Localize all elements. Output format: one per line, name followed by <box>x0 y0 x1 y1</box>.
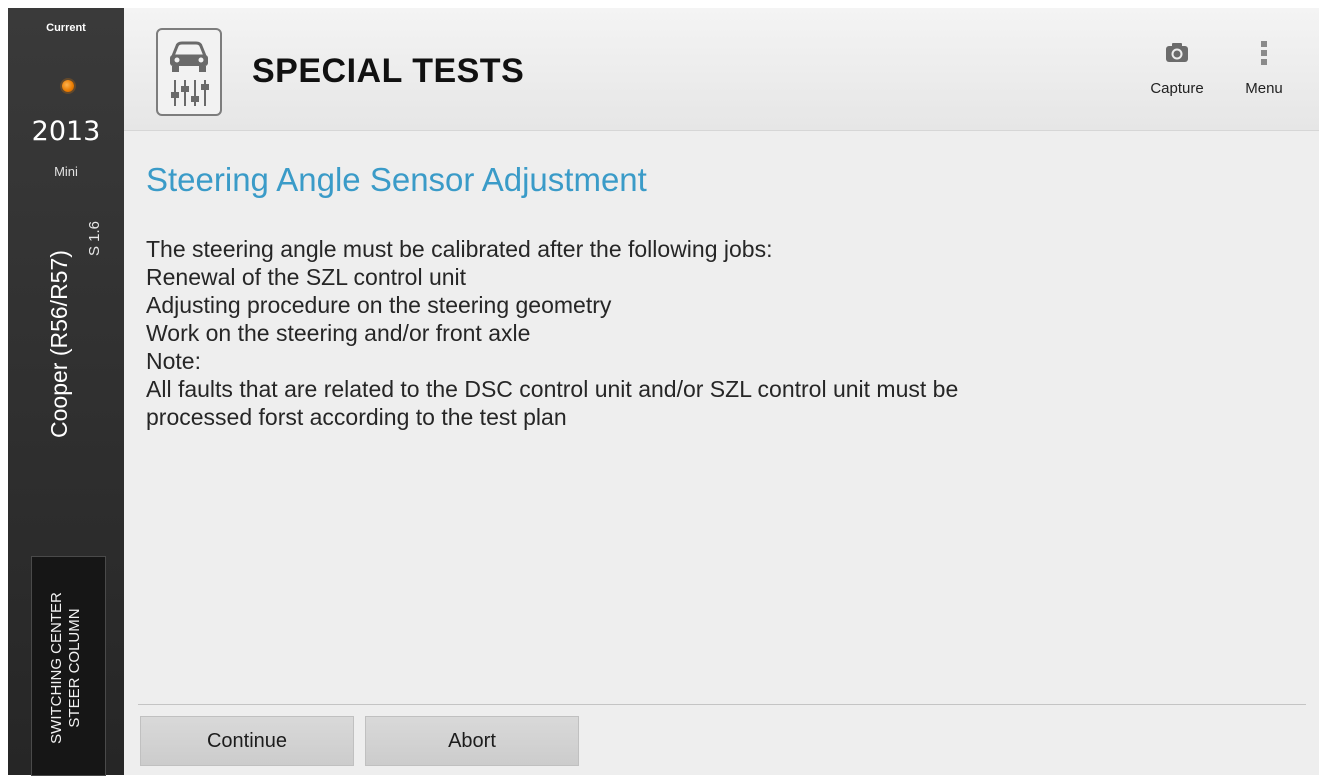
car-adjustment-icon-graphic <box>170 41 209 106</box>
capture-button[interactable]: Capture <box>1142 38 1212 102</box>
description-line: Work on the steering and/or front axle <box>146 320 531 346</box>
description-line: Renewal of the SZL control unit <box>146 264 467 290</box>
module-label-line-1: SWITCHING CENTER <box>48 592 65 744</box>
vehicle-engine: S 1.6 <box>86 220 103 256</box>
module-selector[interactable]: SWITCHING CENTER STEER COLUMN <box>31 556 106 776</box>
module-label: SWITCHING CENTER STEER COLUMN <box>48 573 84 763</box>
vehicle-year: 2013 <box>31 116 101 147</box>
menu-label: Menu <box>1245 80 1283 97</box>
vehicle-model: Cooper (R56/R57) <box>46 250 72 438</box>
continue-button[interactable]: Continue <box>140 716 354 766</box>
vehicle-sidebar: Current 2013 Mini Cooper (R56/R57) S 1.6… <box>8 8 124 776</box>
module-label-line-2: STEER COLUMN <box>66 608 83 728</box>
vehicle-make: Mini <box>54 164 78 179</box>
menu-button[interactable]: Menu <box>1232 38 1296 102</box>
description-line: Note: <box>146 348 201 374</box>
overflow-menu-icon <box>1261 41 1267 65</box>
current-label: Current <box>46 22 86 34</box>
description-line: processed forst according to the test pl… <box>146 404 567 430</box>
footer-divider <box>138 704 1306 705</box>
description-line: Adjusting procedure on the steering geom… <box>146 292 612 318</box>
test-description: The steering angle must be calibrated af… <box>146 235 1286 431</box>
description-line: All faults that are related to the DSC c… <box>146 376 959 402</box>
abort-button[interactable]: Abort <box>365 716 579 766</box>
car-adjustment-icon <box>156 28 222 116</box>
app-window: Current 2013 Mini Cooper (R56/R57) S 1.6… <box>0 0 1319 776</box>
description-line: The steering angle must be calibrated af… <box>146 236 773 262</box>
capture-label: Capture <box>1150 80 1204 97</box>
camera-icon <box>1166 43 1188 62</box>
page-title: SPECIAL TESTS <box>252 52 525 90</box>
test-title: Steering Angle Sensor Adjustment <box>146 161 647 198</box>
header-bar: SPECIAL TESTS Capture Menu <box>124 8 1319 131</box>
main-content: Steering Angle Sensor Adjustment The ste… <box>124 131 1319 775</box>
status-dot-icon <box>62 80 74 92</box>
